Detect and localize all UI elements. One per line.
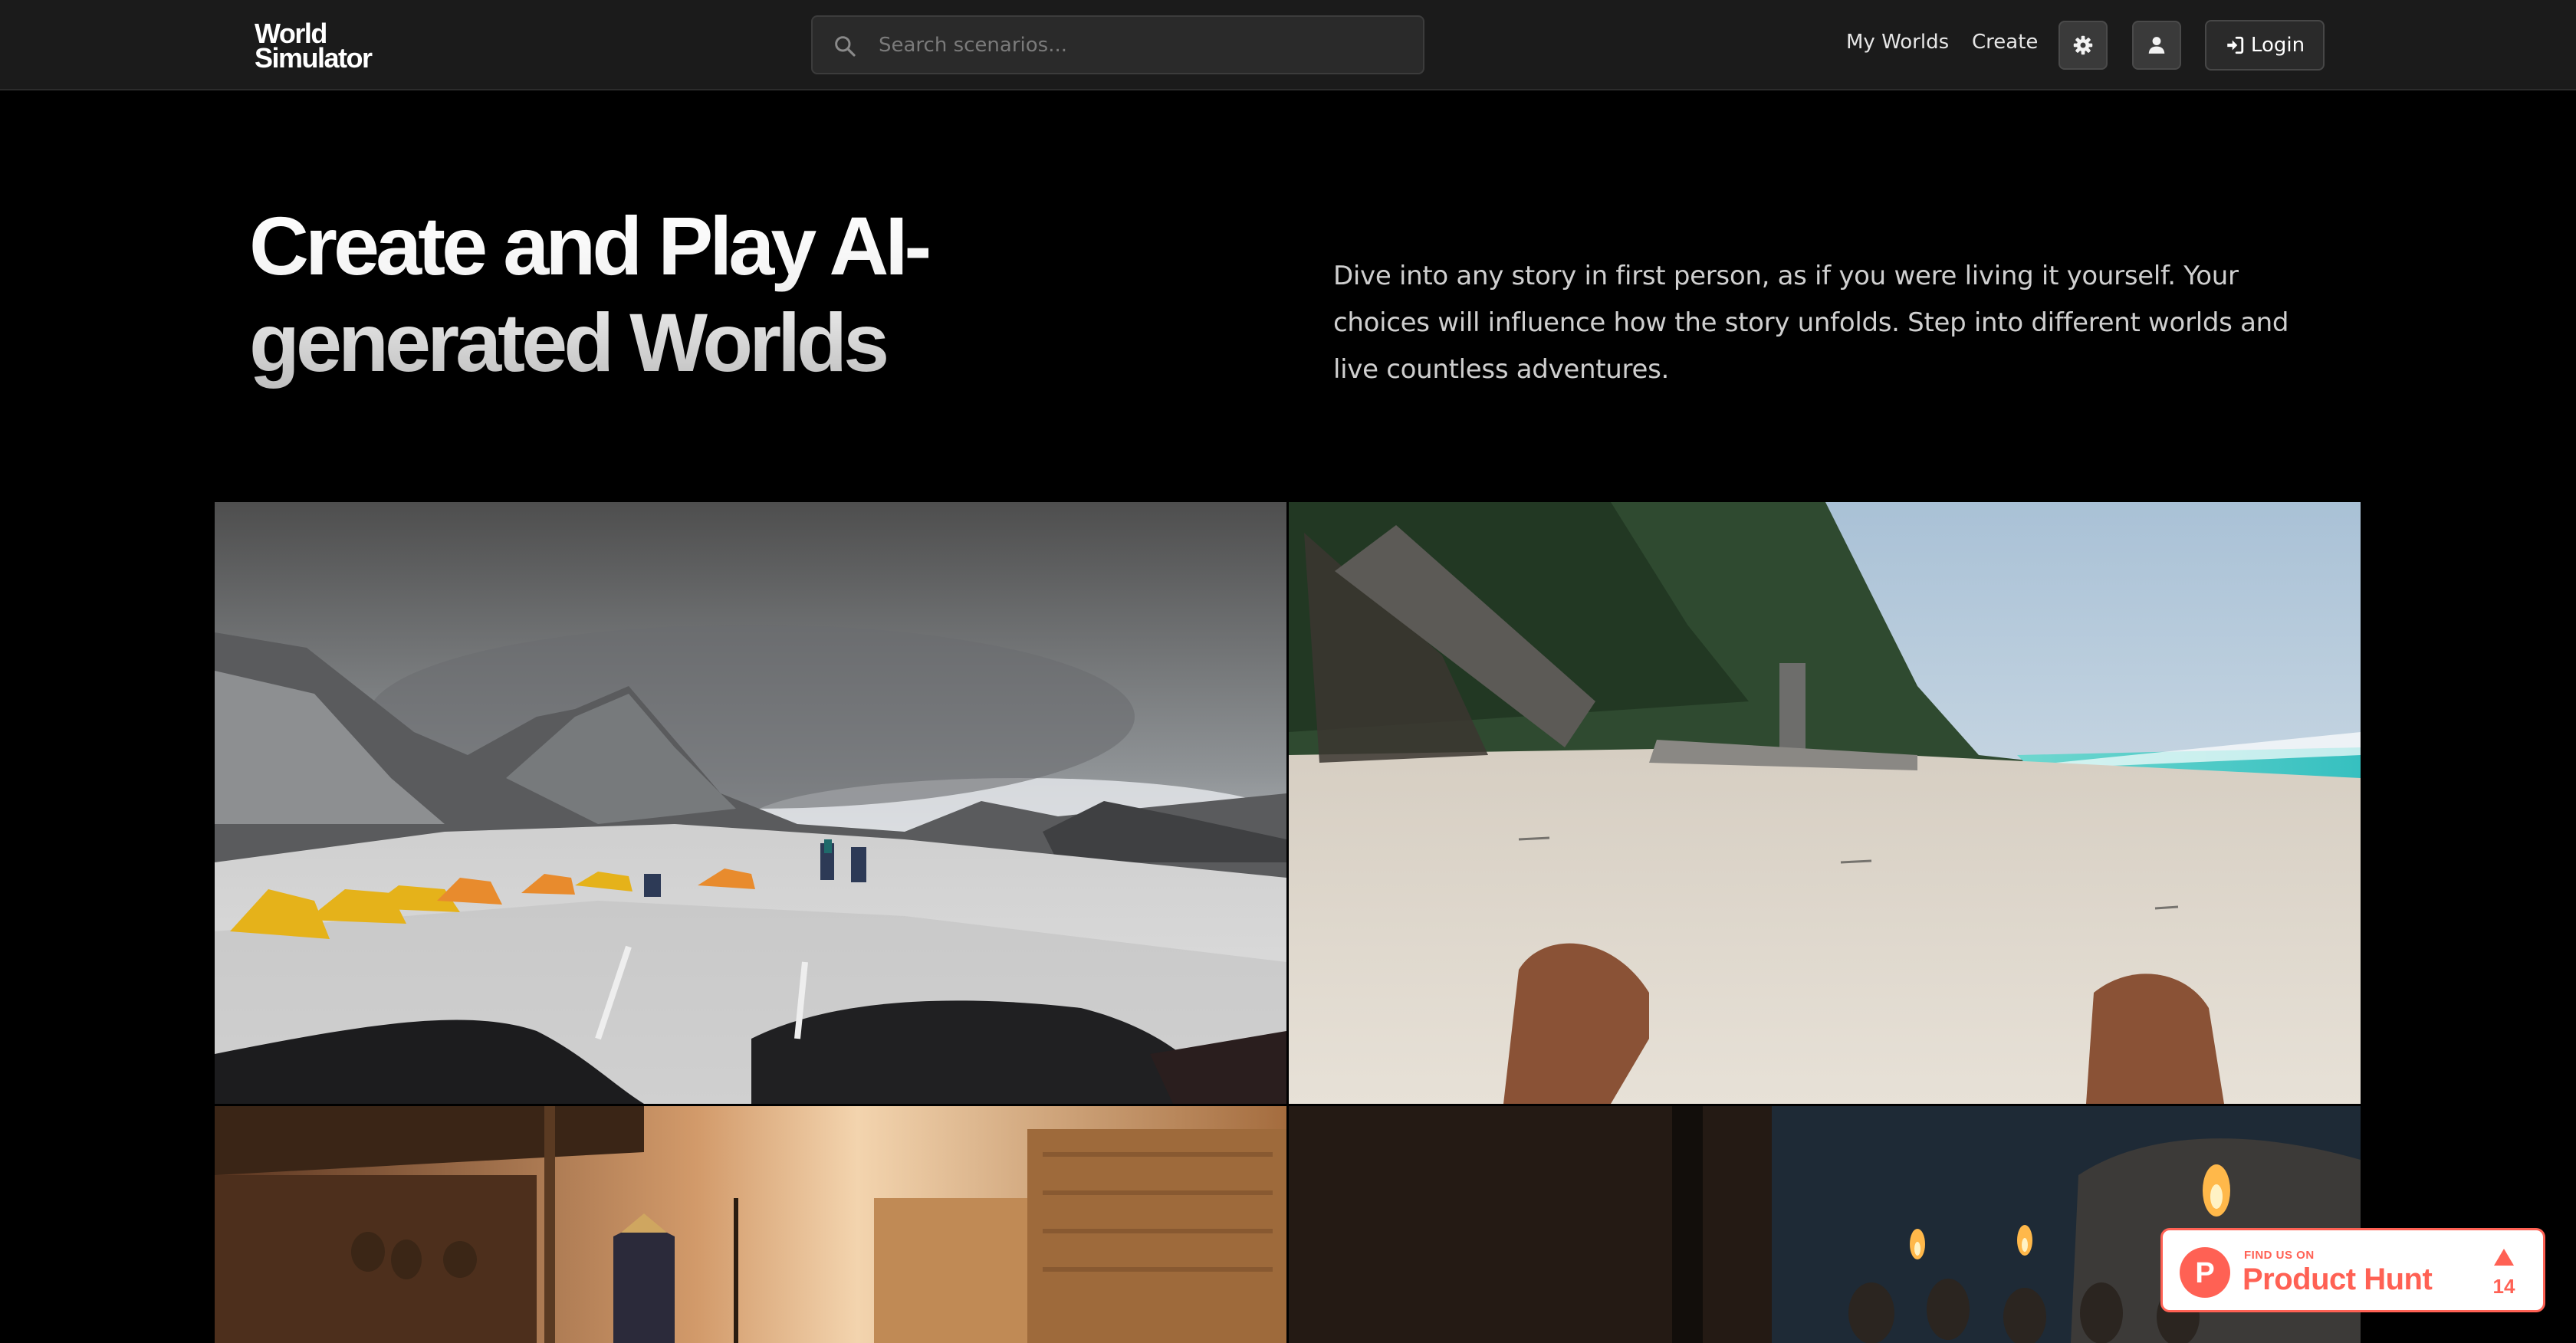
product-hunt-upvote-count: 14 <box>2492 1275 2515 1298</box>
search-box <box>811 15 1424 74</box>
profile-button[interactable] <box>2132 21 2181 70</box>
nav-my-worlds[interactable]: My Worlds <box>1846 31 1949 54</box>
logo-line-2: Simulator <box>255 42 373 74</box>
hero-title: Create and Play AI- generated Worlds <box>249 198 1016 391</box>
hero-description: Dive into any story in first person, as … <box>1333 261 2289 385</box>
desert-market-image <box>215 1106 1286 1343</box>
scenario-card-mountain-camp[interactable] <box>215 502 1286 1104</box>
hero-title-line-1: Create and Play AI- <box>249 199 928 292</box>
login-button[interactable]: Login <box>2205 20 2325 71</box>
top-navigation: World Simulator My Worlds Create <box>0 0 2576 90</box>
search-input[interactable] <box>879 17 1408 73</box>
login-label: Login <box>2250 34 2305 57</box>
hero-title-line-2: generated Worlds <box>249 296 886 389</box>
beach-plane-crash-image <box>1289 502 2361 1104</box>
upvote-triangle-icon <box>2494 1249 2514 1266</box>
search-icon <box>835 36 856 57</box>
settings-button[interactable] <box>2058 21 2108 70</box>
mountain-camp-image <box>215 502 1286 1104</box>
world-simulator-logo[interactable]: World Simulator <box>255 20 373 74</box>
sign-in-icon <box>2227 36 2244 54</box>
scenario-card-beach-plane-crash[interactable] <box>1289 502 2361 1104</box>
nav-create[interactable]: Create <box>1972 31 2038 54</box>
gear-icon <box>2073 35 2093 55</box>
user-icon <box>2148 37 2165 54</box>
product-hunt-logo-icon: P <box>2180 1247 2230 1298</box>
product-hunt-name: Product Hunt <box>2242 1263 2433 1296</box>
scenario-card-desert-market[interactable] <box>215 1106 1286 1343</box>
product-hunt-logo-letter: P <box>2195 1257 2214 1289</box>
product-hunt-eyebrow: FIND US ON <box>2244 1249 2315 1262</box>
product-hunt-badge[interactable]: P FIND US ON Product Hunt 14 <box>2160 1228 2545 1312</box>
